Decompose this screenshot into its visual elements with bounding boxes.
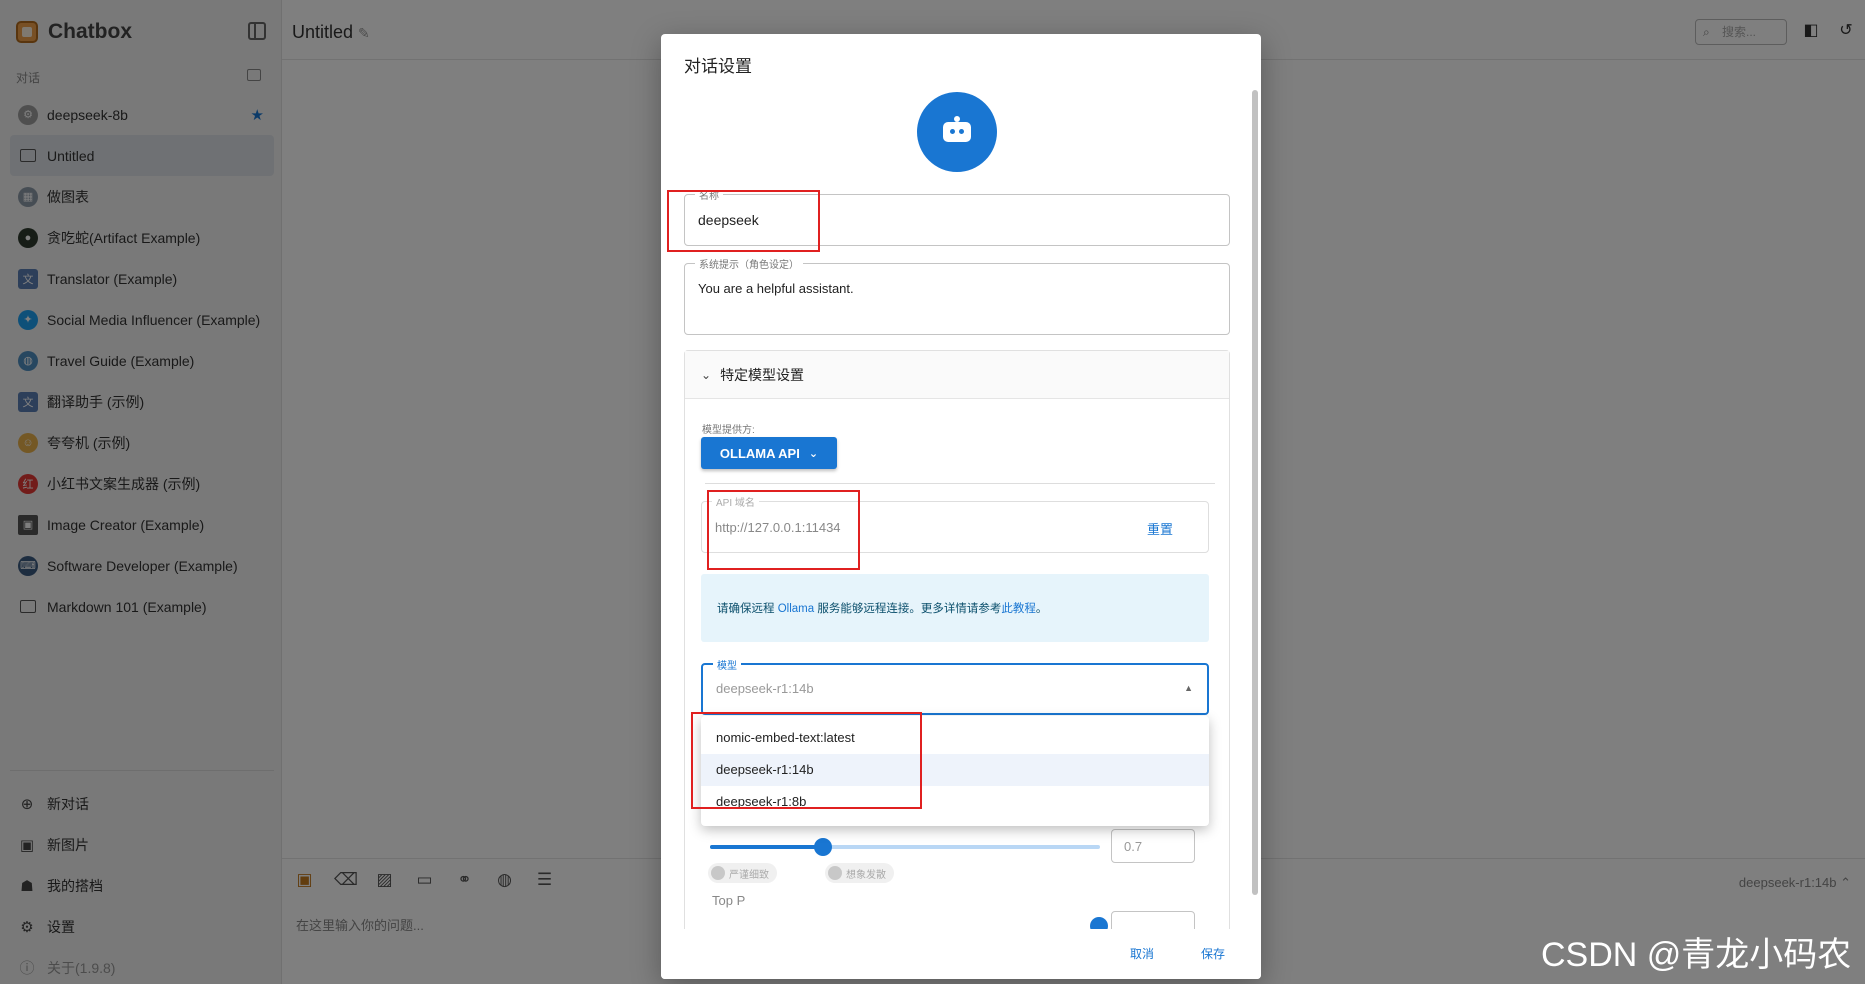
top-p-label: Top P bbox=[712, 893, 746, 908]
system-prompt-field[interactable]: 系统提示（角色设定） You are a helpful assistant. bbox=[684, 256, 1230, 335]
creative-chip-label: 想象发散 bbox=[846, 869, 886, 881]
cancel-button[interactable]: 取消 bbox=[1130, 945, 1154, 962]
dialog-scrollbar[interactable] bbox=[1252, 90, 1258, 895]
reset-button[interactable]: 重置 bbox=[1147, 519, 1173, 538]
assistant-avatar[interactable] bbox=[917, 92, 997, 172]
highlight-box bbox=[707, 490, 860, 570]
info-text: 请确保远程 bbox=[717, 603, 778, 615]
caret-up-icon: ▲ bbox=[1184, 683, 1193, 693]
dialog-title: 对话设置 bbox=[684, 57, 752, 76]
chevron-down-icon: ⌄ bbox=[808, 447, 819, 460]
provider-select-button[interactable]: OLLAMA API ⌄ bbox=[701, 437, 837, 469]
system-prompt-value: You are a helpful assistant. bbox=[698, 281, 854, 296]
strict-chip-label: 严谨细致 bbox=[729, 869, 769, 881]
model-settings-accordion: ⌄ 特定模型设置 模型提供方: OLLAMA API ⌄ API 域名 http… bbox=[684, 350, 1230, 979]
slider-thumb[interactable] bbox=[814, 838, 833, 856]
tutorial-link[interactable]: 此教程 bbox=[1001, 603, 1036, 615]
info-text: 。 bbox=[1035, 603, 1048, 615]
strict-chip-icon bbox=[711, 866, 725, 880]
model-settings-title: 特定模型设置 bbox=[720, 366, 805, 383]
model-select-value: deepseek-r1:14b bbox=[716, 681, 814, 696]
model-select[interactable]: 模型 deepseek-r1:14b ▲ bbox=[701, 657, 1209, 715]
temperature-input[interactable]: 0.7 bbox=[1111, 829, 1195, 863]
save-button[interactable]: 保存 bbox=[1201, 945, 1225, 962]
strict-chip[interactable]: 严谨细致 bbox=[708, 863, 777, 883]
temperature-slider[interactable] bbox=[710, 838, 1100, 856]
highlight-box bbox=[667, 190, 820, 252]
system-prompt-label: 系统提示（角色设定） bbox=[695, 256, 803, 271]
ollama-link[interactable]: Ollama bbox=[778, 603, 814, 615]
watermark: CSDN @青龙小码农 bbox=[1541, 936, 1852, 974]
conversation-settings-dialog: 对话设置 名称 deepseek 系统提示（角色设定） You are a he… bbox=[661, 34, 1261, 979]
info-alert: 请确保远程 Ollama 服务能够远程连接。更多详情请参考此教程。 bbox=[701, 574, 1209, 642]
provider-value: OLLAMA API bbox=[719, 445, 800, 461]
model-settings-header[interactable]: ⌄ 特定模型设置 bbox=[685, 351, 1229, 399]
model-select-label: 模型 bbox=[713, 657, 741, 672]
info-text: 服务能够远程连接。更多详情请参考 bbox=[814, 603, 1002, 615]
dialog-footer: 取消 保存 bbox=[661, 929, 1261, 979]
chevron-down-icon: ⌄ bbox=[701, 367, 712, 382]
divider bbox=[705, 483, 1215, 484]
highlight-box bbox=[691, 712, 922, 809]
robot-icon bbox=[943, 116, 971, 142]
creative-chip-icon bbox=[828, 866, 842, 880]
slider-fill bbox=[710, 845, 824, 849]
provider-label: 模型提供方: bbox=[702, 425, 755, 436]
creative-chip[interactable]: 想象发散 bbox=[825, 863, 894, 883]
